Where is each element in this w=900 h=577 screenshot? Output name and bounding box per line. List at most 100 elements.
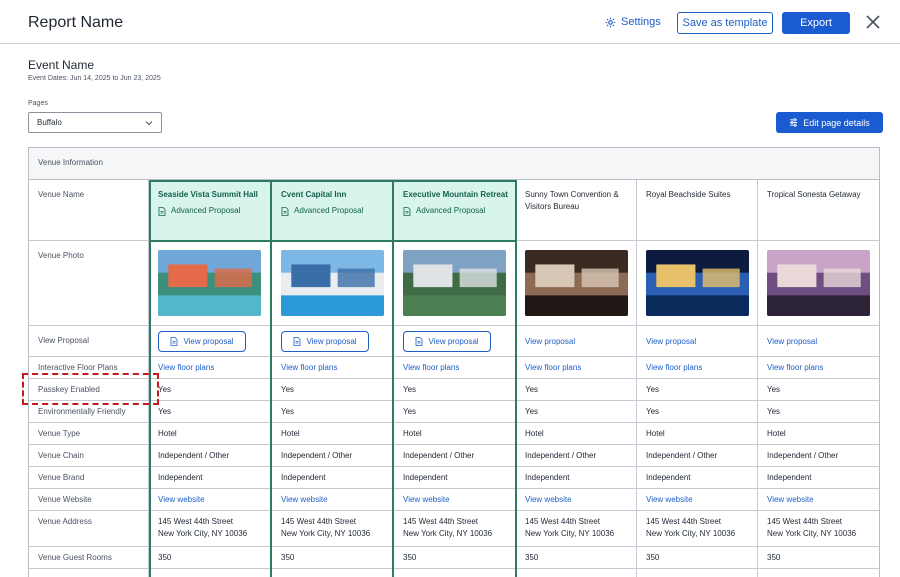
cell-value: Independent / Other bbox=[403, 451, 475, 460]
venue-photo bbox=[767, 250, 870, 316]
cell-value: Yes bbox=[525, 407, 539, 416]
chevron-down-icon bbox=[145, 120, 153, 125]
cell-venue_name: Cvent Capital Inn Advanced Proposal bbox=[272, 180, 394, 241]
view-website-link[interactable]: View website bbox=[525, 495, 572, 504]
view-proposal-link[interactable]: View proposal bbox=[767, 337, 817, 346]
cell-rooms: 350 bbox=[272, 547, 394, 569]
venue-name: Cvent Capital Inn bbox=[281, 190, 347, 199]
edit-page-details-button[interactable]: Edit page details bbox=[776, 112, 883, 133]
cell-passkey: Yes bbox=[272, 379, 394, 401]
sliders-icon bbox=[790, 118, 798, 127]
view-floor-plans-link[interactable]: View floor plans bbox=[525, 363, 581, 372]
view-proposal-link[interactable]: View proposal bbox=[525, 337, 575, 346]
top-bar: Report Name Settings Save as template Ex… bbox=[0, 0, 900, 44]
cell-rooms: 350 bbox=[149, 547, 272, 569]
address-line-2: New York City, NY 10036 bbox=[767, 529, 857, 538]
row-label-text: Environmentally Friendly bbox=[38, 407, 126, 416]
event-name: Event Name bbox=[28, 58, 95, 72]
view-floor-plans-link[interactable]: View floor plans bbox=[403, 363, 459, 372]
pages-label: Pages bbox=[28, 100, 48, 107]
view-floor-plans-link[interactable]: View floor plans bbox=[158, 363, 214, 372]
cell-type: Hotel bbox=[758, 423, 879, 445]
document-icon bbox=[294, 337, 301, 346]
cell-value: 350 bbox=[767, 553, 781, 562]
address-line-1: 145 West 44th Street bbox=[158, 517, 234, 526]
edit-page-details-label: Edit page details bbox=[803, 117, 870, 128]
export-button[interactable]: Export bbox=[782, 12, 850, 34]
settings-label: Settings bbox=[621, 16, 661, 28]
address-line-2: New York City, NY 10036 bbox=[646, 529, 736, 538]
cell-extra bbox=[758, 569, 879, 577]
cell-brand: Independent bbox=[637, 467, 758, 489]
cell-chain: Independent / Other bbox=[149, 445, 272, 467]
cell-view_proposal: View proposal bbox=[758, 326, 879, 357]
venue-photo bbox=[158, 250, 261, 316]
cell-chain: Independent / Other bbox=[516, 445, 637, 467]
cell-rooms: 350 bbox=[637, 547, 758, 569]
view-proposal-button[interactable]: View proposal bbox=[281, 331, 369, 352]
document-icon bbox=[416, 337, 423, 346]
row-label-passkey: Passkey Enabled bbox=[29, 379, 149, 401]
row-label-type: Venue Type bbox=[29, 423, 149, 445]
row-label-chain: Venue Chain bbox=[29, 445, 149, 467]
view-floor-plans-link[interactable]: View floor plans bbox=[281, 363, 337, 372]
cell-venue_photo bbox=[272, 241, 394, 326]
cell-rooms: 350 bbox=[758, 547, 879, 569]
cell-extra bbox=[637, 569, 758, 577]
cell-passkey: Yes bbox=[394, 379, 516, 401]
row-label-extra bbox=[29, 569, 149, 577]
view-website-link[interactable]: View website bbox=[281, 495, 328, 504]
cell-brand: Independent bbox=[758, 467, 879, 489]
address-line-1: 145 West 44th Street bbox=[281, 517, 357, 526]
cell-value: Independent / Other bbox=[646, 451, 718, 460]
venue-name: Sunny Town Convention & Visitors Bureau bbox=[525, 190, 619, 211]
save-as-template-button[interactable]: Save as template bbox=[677, 12, 773, 34]
cell-extra bbox=[394, 569, 516, 577]
cell-extra bbox=[149, 569, 272, 577]
close-icon[interactable] bbox=[866, 15, 880, 29]
advanced-proposal-tag: Advanced Proposal bbox=[403, 205, 509, 217]
cell-value: 350 bbox=[281, 553, 295, 562]
row-label-text: Venue Brand bbox=[38, 473, 85, 482]
settings-link[interactable]: Settings bbox=[605, 16, 661, 28]
view-website-link[interactable]: View website bbox=[767, 495, 814, 504]
cell-passkey: Yes bbox=[516, 379, 637, 401]
cell-value: Yes bbox=[767, 385, 781, 394]
cell-venue_name: Royal Beachside Suites bbox=[637, 180, 758, 241]
cell-value: Hotel bbox=[646, 429, 665, 438]
cell-value: Independent / Other bbox=[525, 451, 597, 460]
cell-floor_plans: View floor plans bbox=[394, 357, 516, 379]
view-floor-plans-link[interactable]: View floor plans bbox=[767, 363, 823, 372]
cell-extra bbox=[516, 569, 637, 577]
advanced-proposal-tag: Advanced Proposal bbox=[281, 205, 387, 217]
cell-view_proposal: View proposal bbox=[637, 326, 758, 357]
view-floor-plans-link[interactable]: View floor plans bbox=[646, 363, 702, 372]
cell-value: Yes bbox=[646, 407, 660, 416]
view-proposal-link[interactable]: View proposal bbox=[646, 337, 696, 346]
cell-brand: Independent bbox=[516, 467, 637, 489]
cell-rooms: 350 bbox=[394, 547, 516, 569]
cell-website: View website bbox=[272, 489, 394, 511]
row-label-text: Venue Chain bbox=[38, 451, 84, 460]
view-proposal-button[interactable]: View proposal bbox=[403, 331, 491, 352]
view-website-link[interactable]: View website bbox=[646, 495, 693, 504]
venue-photo bbox=[525, 250, 628, 316]
gear-icon bbox=[605, 17, 616, 27]
cell-extra bbox=[272, 569, 394, 577]
view-website-link[interactable]: View website bbox=[403, 495, 450, 504]
row-label-venue_name: Venue Name bbox=[29, 180, 149, 241]
cell-website: View website bbox=[394, 489, 516, 511]
pages-select[interactable]: Buffalo bbox=[28, 112, 162, 133]
cell-value: Yes bbox=[158, 407, 172, 416]
advanced-proposal-label: Advanced Proposal bbox=[294, 206, 364, 215]
cell-value: Independent / Other bbox=[158, 451, 230, 460]
cell-env: Yes bbox=[272, 401, 394, 423]
view-website-link[interactable]: View website bbox=[158, 495, 205, 504]
cell-view_proposal: View proposal bbox=[272, 326, 394, 357]
view-proposal-button[interactable]: View proposal bbox=[158, 331, 246, 352]
cell-value: Yes bbox=[403, 385, 417, 394]
cell-view_proposal: View proposal bbox=[149, 326, 272, 357]
row-label-text: Venue Photo bbox=[38, 251, 84, 260]
cell-venue_photo bbox=[516, 241, 637, 326]
cell-address: 145 West 44th Street New York City, NY 10… bbox=[758, 511, 879, 547]
